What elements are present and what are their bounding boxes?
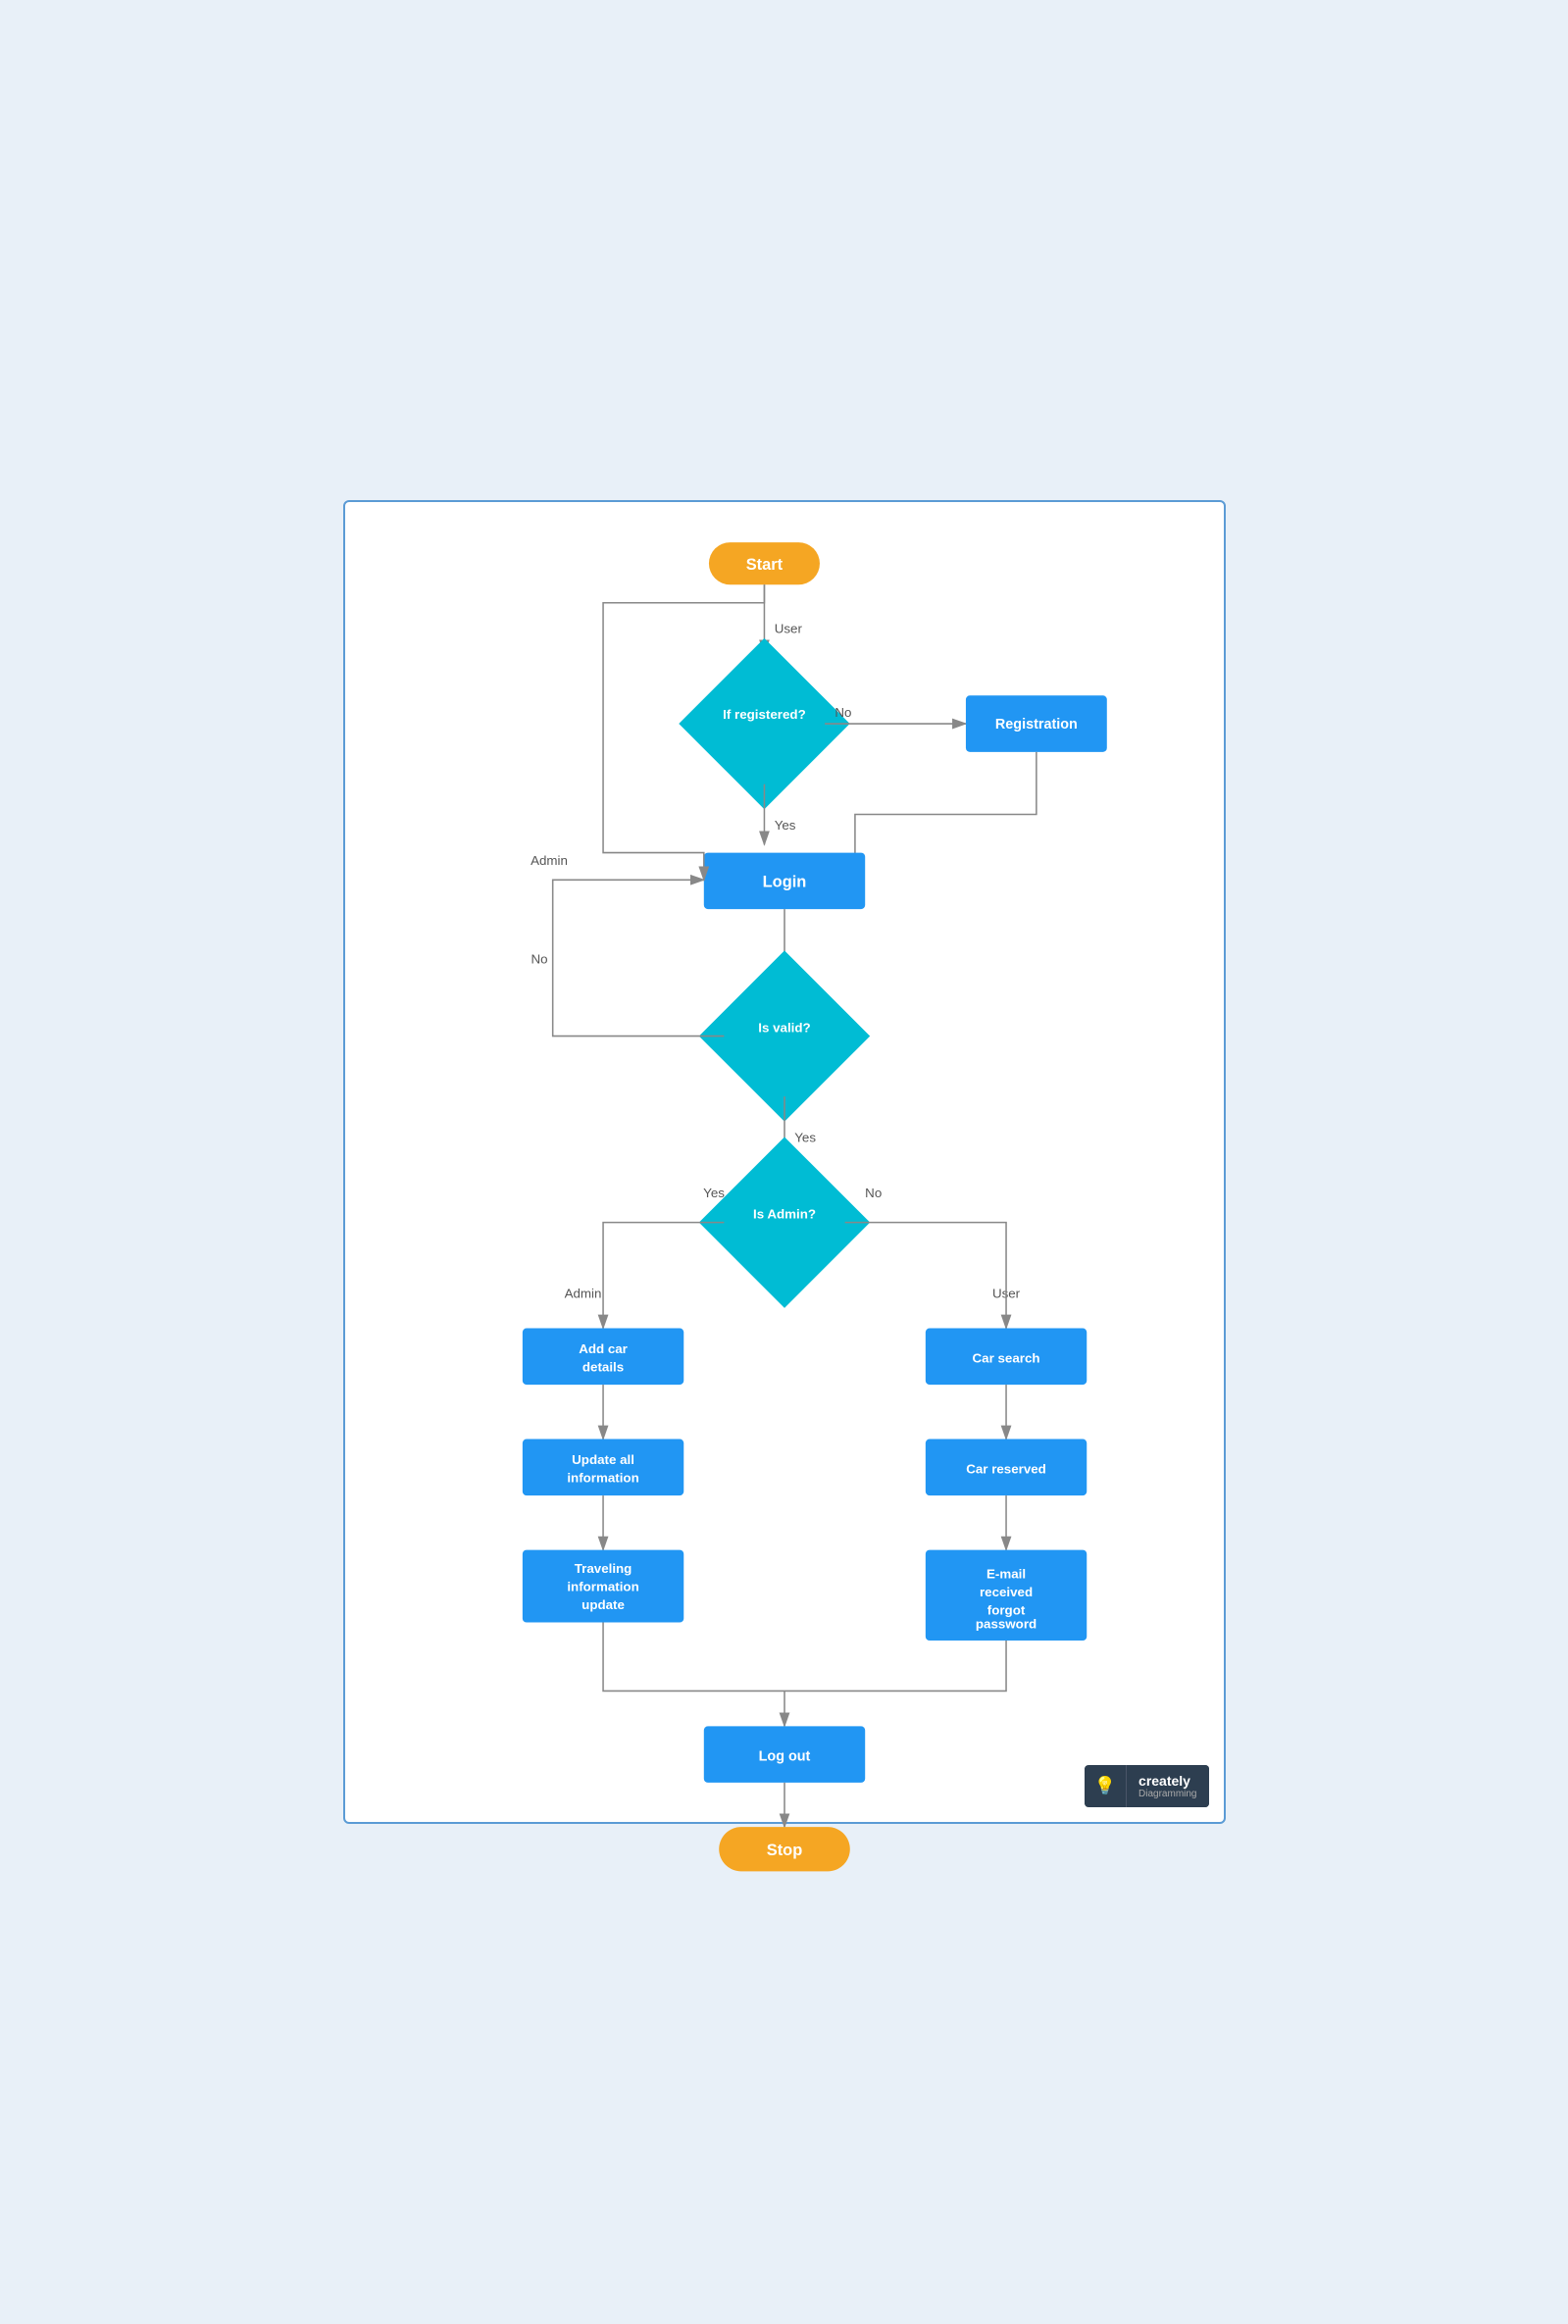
email-forgot-label3: forgot — [986, 1602, 1025, 1617]
no-valid-label: No — [531, 952, 547, 967]
traveling-info-label2: information — [567, 1580, 638, 1594]
is-valid-node: Is valid? — [698, 950, 869, 1121]
user-label-top: User — [774, 622, 802, 636]
admin-branch-label: Admin — [564, 1287, 601, 1301]
creately-text-block: creately Diagramming — [1126, 1765, 1208, 1807]
is-valid-label: Is valid? — [758, 1020, 810, 1035]
traveling-info-label1: Traveling — [574, 1561, 632, 1576]
admin-top-label: Admin — [531, 853, 568, 868]
email-forgot-label4: password — [975, 1617, 1036, 1632]
logout-label: Log out — [758, 1748, 810, 1764]
arrow-email-merge — [784, 1641, 1006, 1691]
stop-label: Stop — [766, 1842, 801, 1859]
arrow-admin-yes — [603, 1223, 724, 1329]
bulb-icon: 💡 — [1094, 1776, 1116, 1796]
add-car-details-label1: Add car — [579, 1341, 628, 1356]
car-reserved-label: Car reserved — [966, 1461, 1046, 1476]
creately-tagline: Diagramming — [1138, 1789, 1196, 1799]
if-registered-label1: If registered? — [723, 707, 806, 722]
traveling-info-label3: update — [582, 1597, 625, 1612]
creately-branding: 💡 creately Diagramming — [1085, 1765, 1209, 1807]
registration-label: Registration — [994, 717, 1077, 733]
creately-bulb: 💡 — [1085, 1768, 1126, 1804]
yes-registered-label: Yes — [774, 818, 795, 833]
yes-valid-label: Yes — [794, 1130, 816, 1144]
login-label: Login — [762, 873, 806, 890]
arrow-traveling-merge — [603, 1623, 784, 1692]
email-forgot-label1: E-mail — [986, 1566, 1026, 1581]
no-registered-label: No — [835, 705, 851, 720]
update-all-info-node — [522, 1440, 683, 1496]
update-all-info-label1: Update all — [572, 1452, 634, 1467]
arrow-admin-no — [844, 1223, 1005, 1329]
email-forgot-label2: received — [979, 1585, 1032, 1599]
car-search-label: Car search — [972, 1350, 1039, 1365]
dummy — [537, 603, 704, 881]
is-admin-node: Is Admin? — [698, 1137, 869, 1307]
add-car-details-node — [522, 1329, 683, 1386]
creately-name: creately — [1138, 1773, 1196, 1789]
flowchart-svg: Start User If registered? No Registratio… — [345, 502, 1224, 1822]
start-label: Start — [745, 556, 783, 574]
add-car-details-label2: details — [582, 1360, 623, 1375]
update-all-info-label2: information — [567, 1471, 638, 1486]
is-admin-label: Is Admin? — [752, 1207, 815, 1222]
yes-admin-label: Yes — [703, 1186, 725, 1200]
arrow-registration-login — [854, 752, 1036, 873]
diagram-container: Start User If registered? No Registratio… — [343, 500, 1226, 1824]
if-registered-node: If registered? — [679, 638, 849, 809]
no-admin-label: No — [865, 1186, 882, 1200]
arrow-isvalid-no — [552, 880, 724, 1036]
